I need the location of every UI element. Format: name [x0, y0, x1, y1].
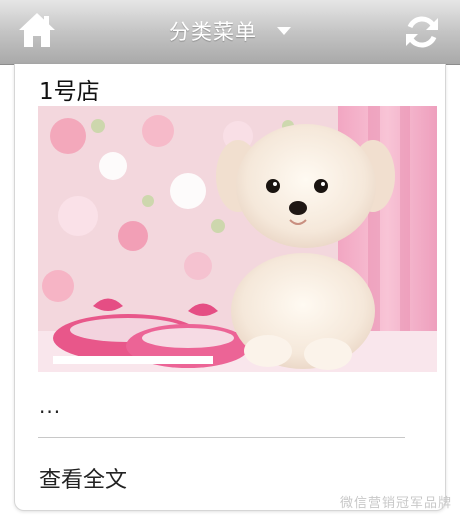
watermark: 微信营销冠军品牌	[339, 496, 452, 511]
top-navigation-bar: 分类菜单	[0, 0, 460, 65]
refresh-button[interactable]	[402, 12, 442, 52]
category-menu-label: 分类菜单	[169, 20, 257, 44]
puppy-photo	[38, 106, 437, 372]
read-more-link[interactable]: 查看全文	[39, 462, 127, 494]
category-menu-dropdown[interactable]: 分类菜单	[0, 16, 460, 46]
article-title: 1号店	[39, 79, 100, 105]
page: 分类菜单 1号店 ... 查看全文 微信营销冠军品牌	[0, 0, 460, 515]
article-image[interactable]	[38, 106, 437, 372]
divider	[38, 437, 405, 438]
refresh-icon	[406, 16, 438, 48]
article-card: 1号店 ... 查看全文	[14, 64, 446, 511]
caret-down-icon	[277, 27, 291, 35]
article-excerpt: ...	[39, 394, 62, 418]
